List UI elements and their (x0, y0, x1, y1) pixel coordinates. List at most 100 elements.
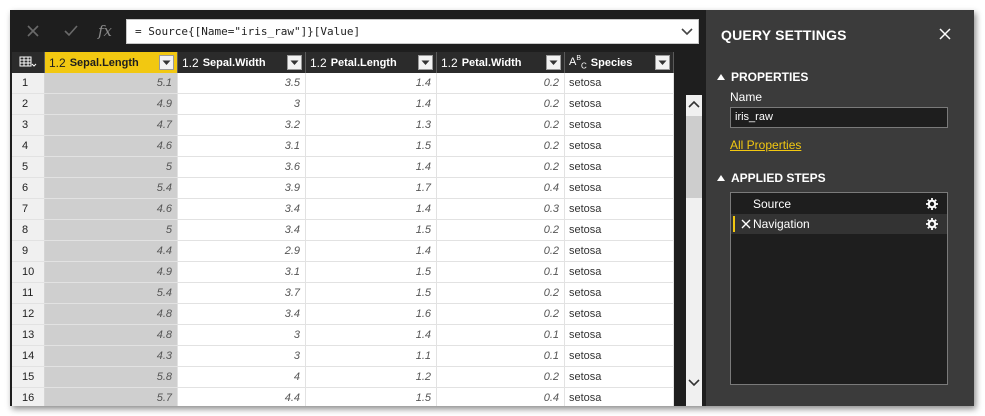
table-cell[interactable]: 0.4 (437, 178, 565, 198)
table-cell[interactable]: 0.2 (437, 136, 565, 156)
table-cell[interactable]: 5.8 (45, 367, 178, 387)
row-number[interactable]: 1 (12, 73, 45, 93)
table-cell[interactable]: 0.2 (437, 220, 565, 240)
column-header-petal-width[interactable]: 1.2 Petal.Width (437, 52, 565, 73)
table-cell[interactable]: 4.9 (45, 94, 178, 114)
table-cell[interactable]: 3.9 (178, 178, 306, 198)
cancel-icon[interactable] (20, 18, 46, 44)
table-row[interactable]: 14 4.3 3 1.1 0.1 setosa (12, 346, 674, 367)
table-cell[interactable]: 3.4 (178, 199, 306, 219)
table-cell[interactable]: 0.1 (437, 346, 565, 366)
table-cell[interactable]: 0.2 (437, 115, 565, 135)
table-cell[interactable]: setosa (565, 283, 674, 303)
all-properties-link[interactable]: All Properties (730, 138, 801, 152)
table-cell[interactable]: setosa (565, 304, 674, 324)
table-cell[interactable]: 4.6 (45, 199, 178, 219)
table-cell[interactable]: setosa (565, 241, 674, 261)
table-cell[interactable]: setosa (565, 199, 674, 219)
table-row[interactable]: 8 5 3.4 1.5 0.2 setosa (12, 220, 674, 241)
table-row[interactable]: 9 4.4 2.9 1.4 0.2 setosa (12, 241, 674, 262)
filter-dropdown-icon[interactable] (655, 55, 670, 70)
table-cell[interactable]: 1.5 (306, 283, 437, 303)
row-number[interactable]: 15 (12, 367, 45, 387)
table-cell[interactable]: 1.1 (306, 346, 437, 366)
column-header-sepal-length[interactable]: 1.2 Sepal.Length (45, 52, 178, 73)
table-cell[interactable]: 1.4 (306, 325, 437, 345)
row-number[interactable]: 10 (12, 262, 45, 282)
table-cell[interactable]: 1.5 (306, 220, 437, 240)
table-cell[interactable]: setosa (565, 220, 674, 240)
column-header-sepal-width[interactable]: 1.2 Sepal.Width (178, 52, 306, 73)
table-row[interactable]: 7 4.6 3.4 1.4 0.3 setosa (12, 199, 674, 220)
row-number[interactable]: 6 (12, 178, 45, 198)
decimal-type-icon[interactable]: 1.2 (441, 56, 458, 70)
table-row[interactable]: 1 5.1 3.5 1.4 0.2 setosa (12, 73, 674, 94)
properties-section-header[interactable]: PROPERTIES (717, 70, 808, 84)
table-cell[interactable]: 3 (178, 346, 306, 366)
table-cell[interactable]: 1.7 (306, 178, 437, 198)
table-cell[interactable]: 4.8 (45, 325, 178, 345)
scroll-down-icon[interactable] (686, 374, 702, 392)
table-cell[interactable]: setosa (565, 94, 674, 114)
table-cell[interactable]: 0.3 (437, 199, 565, 219)
table-row[interactable]: 5 5 3.6 1.4 0.2 setosa (12, 157, 674, 178)
table-row[interactable]: 16 5.7 4.4 1.5 0.4 setosa (12, 388, 674, 406)
row-number[interactable]: 7 (12, 199, 45, 219)
table-cell[interactable]: 3.1 (178, 262, 306, 282)
table-cell[interactable]: 5 (45, 157, 178, 177)
table-cell[interactable]: 5 (45, 220, 178, 240)
row-number[interactable]: 13 (12, 325, 45, 345)
applied-steps-section-header[interactable]: APPLIED STEPS (717, 171, 826, 185)
table-menu-icon[interactable] (12, 52, 45, 73)
table-cell[interactable]: setosa (565, 325, 674, 345)
gear-icon[interactable] (925, 217, 939, 231)
table-cell[interactable]: 4 (178, 367, 306, 387)
table-cell[interactable]: 1.4 (306, 157, 437, 177)
decimal-type-icon[interactable]: 1.2 (310, 56, 327, 70)
commit-icon[interactable] (58, 18, 84, 44)
table-cell[interactable]: 4.9 (45, 262, 178, 282)
filter-dropdown-icon[interactable] (287, 55, 302, 70)
row-number[interactable]: 11 (12, 283, 45, 303)
table-cell[interactable]: 3 (178, 325, 306, 345)
table-cell[interactable]: 1.4 (306, 94, 437, 114)
column-header-petal-length[interactable]: 1.2 Petal.Length (306, 52, 437, 73)
fx-icon[interactable]: fx (92, 18, 118, 44)
table-cell[interactable]: 1.4 (306, 73, 437, 93)
filter-dropdown-icon[interactable] (159, 55, 174, 70)
row-number[interactable]: 16 (12, 388, 45, 406)
table-cell[interactable]: setosa (565, 262, 674, 282)
row-number[interactable]: 12 (12, 304, 45, 324)
table-cell[interactable]: 1.6 (306, 304, 437, 324)
table-cell[interactable]: 4.7 (45, 115, 178, 135)
table-cell[interactable]: 5.4 (45, 283, 178, 303)
table-cell[interactable]: 0.1 (437, 325, 565, 345)
scrollbar-thumb[interactable] (686, 116, 702, 198)
table-cell[interactable]: 3.1 (178, 136, 306, 156)
table-cell[interactable]: 5.1 (45, 73, 178, 93)
table-cell[interactable]: 4.8 (45, 304, 178, 324)
table-row[interactable]: 13 4.8 3 1.4 0.1 setosa (12, 325, 674, 346)
row-number[interactable]: 14 (12, 346, 45, 366)
table-cell[interactable]: 3.4 (178, 304, 306, 324)
table-cell[interactable]: 1.4 (306, 199, 437, 219)
decimal-type-icon[interactable]: 1.2 (182, 56, 199, 70)
table-cell[interactable]: 4.4 (178, 388, 306, 406)
table-row[interactable]: 10 4.9 3.1 1.5 0.1 setosa (12, 262, 674, 283)
delete-step-icon[interactable] (739, 217, 753, 231)
row-number[interactable]: 9 (12, 241, 45, 261)
chevron-down-icon[interactable] (678, 23, 696, 41)
text-type-icon[interactable]: ABC (569, 54, 587, 70)
table-cell[interactable]: 0.2 (437, 241, 565, 261)
table-cell[interactable]: 5.4 (45, 178, 178, 198)
filter-dropdown-icon[interactable] (418, 55, 433, 70)
table-cell[interactable]: 1.5 (306, 136, 437, 156)
table-cell[interactable]: 4.3 (45, 346, 178, 366)
table-cell[interactable]: 0.1 (437, 262, 565, 282)
table-row[interactable]: 3 4.7 3.2 1.3 0.2 setosa (12, 115, 674, 136)
table-row[interactable]: 11 5.4 3.7 1.5 0.2 setosa (12, 283, 674, 304)
row-number[interactable]: 3 (12, 115, 45, 135)
column-header-species[interactable]: ABC Species (565, 52, 674, 73)
decimal-type-icon[interactable]: 1.2 (49, 56, 66, 70)
table-cell[interactable]: setosa (565, 178, 674, 198)
